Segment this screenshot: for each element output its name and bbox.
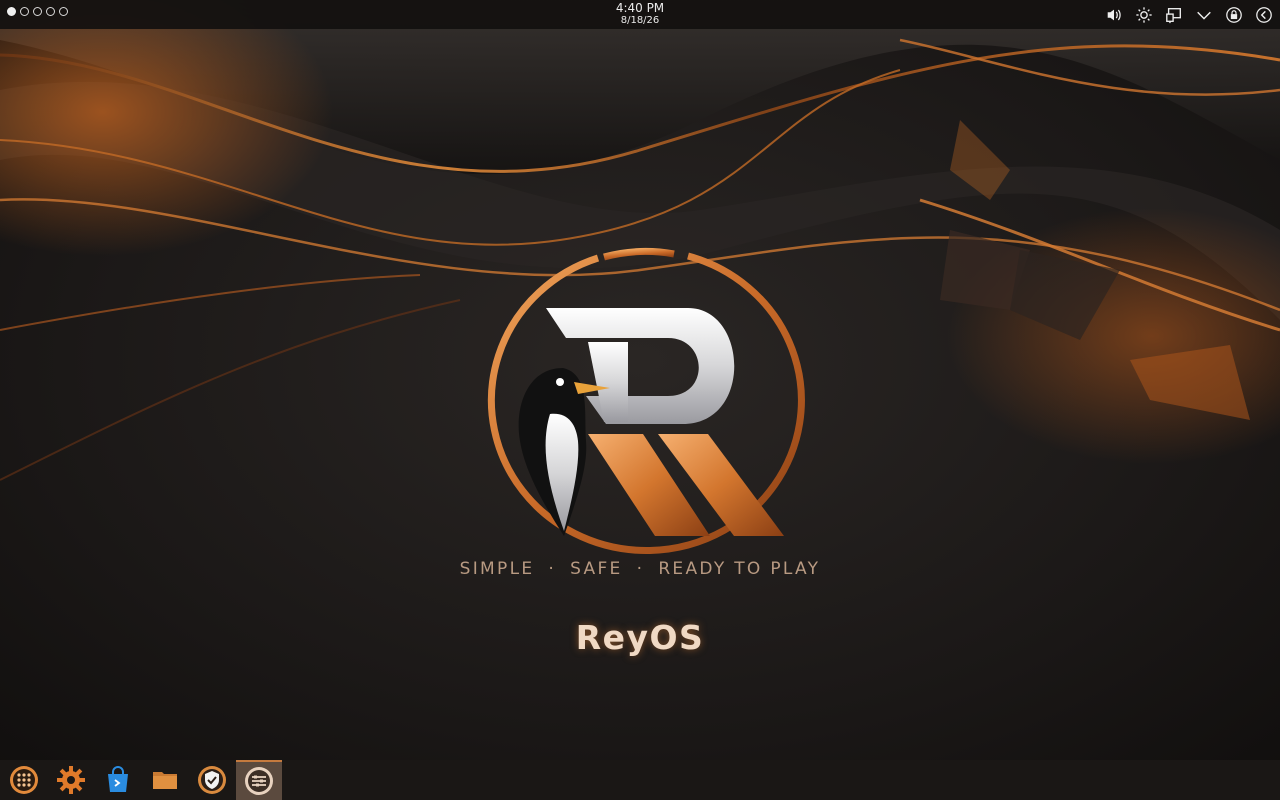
- brand-name: ReyOS: [575, 618, 705, 657]
- workspace-2-indicator[interactable]: [20, 7, 29, 16]
- settings-button[interactable]: [48, 760, 94, 800]
- workspace-5-indicator[interactable]: [59, 7, 68, 16]
- software-store-button[interactable]: [95, 760, 141, 800]
- system-tray: [1104, 5, 1274, 25]
- tagline-separator: ·: [548, 559, 557, 579]
- lock-icon[interactable]: [1224, 5, 1244, 25]
- workspace-4-indicator[interactable]: [46, 7, 55, 16]
- tagline: SIMPLE · SAFE · READY TO PLAY: [0, 559, 1280, 579]
- system-monitor-button[interactable]: [236, 760, 282, 800]
- logout-icon[interactable]: [1254, 5, 1274, 25]
- file-manager-folder-icon: [153, 772, 177, 789]
- tagline-safe: SAFE: [570, 559, 623, 579]
- security-shield-icon: [198, 766, 226, 794]
- workspace-3-indicator[interactable]: [33, 7, 42, 16]
- software-store-icon: [108, 766, 128, 792]
- app-grid-button[interactable]: [1, 760, 47, 800]
- app-grid-icon: [10, 766, 38, 794]
- reyos-logo: [487, 247, 805, 554]
- top-panel: 4:40 PM 8/18/26: [0, 0, 1280, 29]
- workspace-switcher[interactable]: [7, 7, 68, 16]
- brightness-icon[interactable]: [1134, 5, 1154, 25]
- clock-date: 8/18/26: [620, 15, 660, 26]
- workspace-1-indicator[interactable]: [7, 7, 16, 16]
- volume-icon[interactable]: [1104, 5, 1124, 25]
- security-button[interactable]: [189, 760, 235, 800]
- clock[interactable]: 4:40 PM 8/18/26: [590, 2, 690, 26]
- settings-gear-icon: [57, 766, 85, 794]
- taskbar: [0, 760, 1280, 800]
- system-monitor-icon: [245, 767, 273, 795]
- tagline-simple: SIMPLE: [459, 559, 535, 579]
- tagline-ready-to-play: READY TO PLAY: [658, 559, 821, 579]
- file-manager-button[interactable]: [142, 760, 188, 800]
- expand-tray-icon[interactable]: [1194, 5, 1214, 25]
- tagline-separator: ·: [636, 559, 645, 579]
- clock-time: 4:40 PM: [615, 1, 665, 15]
- network-icon[interactable]: [1164, 5, 1184, 25]
